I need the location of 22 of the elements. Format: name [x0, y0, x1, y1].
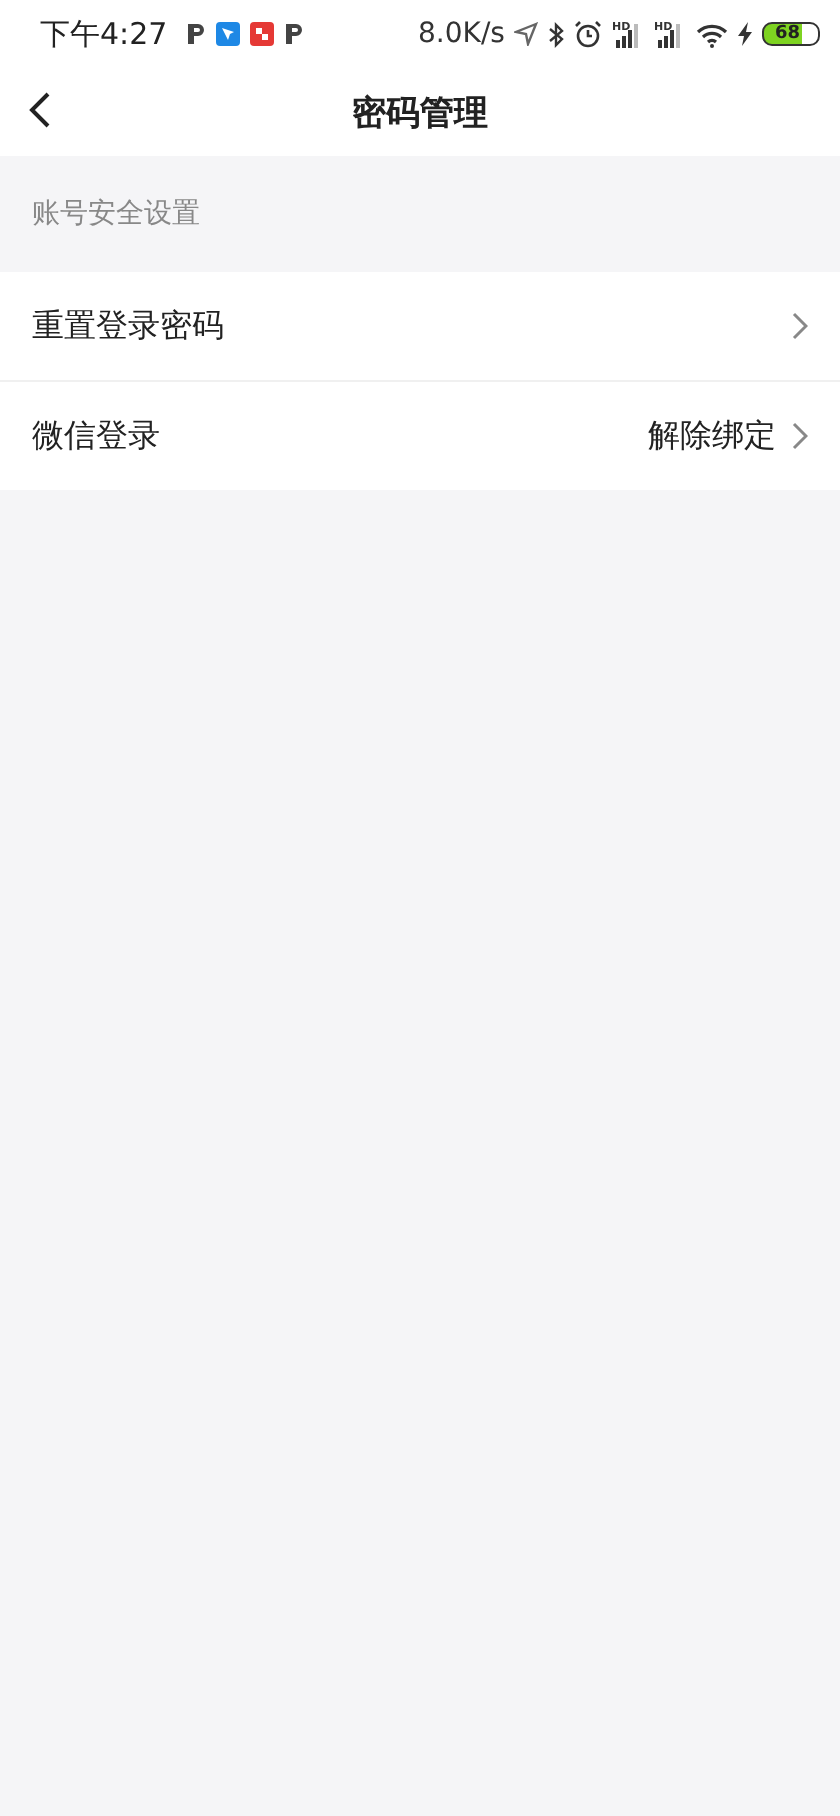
p-app-icon	[185, 22, 206, 46]
chevron-icon	[792, 422, 808, 450]
settings-row[interactable]: 重置登录密码	[0, 272, 840, 382]
wifi-icon	[696, 21, 729, 47]
app-icon	[249, 22, 274, 46]
charging-icon	[738, 22, 753, 46]
section-header: 账号安全设置	[30, 196, 202, 234]
chevron-icon	[792, 312, 808, 340]
page-title: 密码管理	[352, 91, 488, 135]
row-label: 微信登录	[32, 415, 162, 457]
network-speed: 8.0K/s	[418, 18, 505, 50]
app-icon	[215, 22, 240, 46]
battery-icon: 68	[762, 22, 820, 46]
back-icon	[28, 90, 52, 130]
status-time: 下午4:27	[40, 15, 168, 53]
settings-row[interactable]: 微信登录 解除绑定	[0, 382, 840, 490]
row-value: 解除绑定	[648, 415, 776, 457]
bluetooth-icon	[548, 21, 565, 47]
alarm-icon	[574, 20, 603, 48]
p-app-icon	[283, 22, 304, 46]
location-icon	[514, 22, 539, 46]
row-label: 重置登录密码	[32, 305, 226, 347]
